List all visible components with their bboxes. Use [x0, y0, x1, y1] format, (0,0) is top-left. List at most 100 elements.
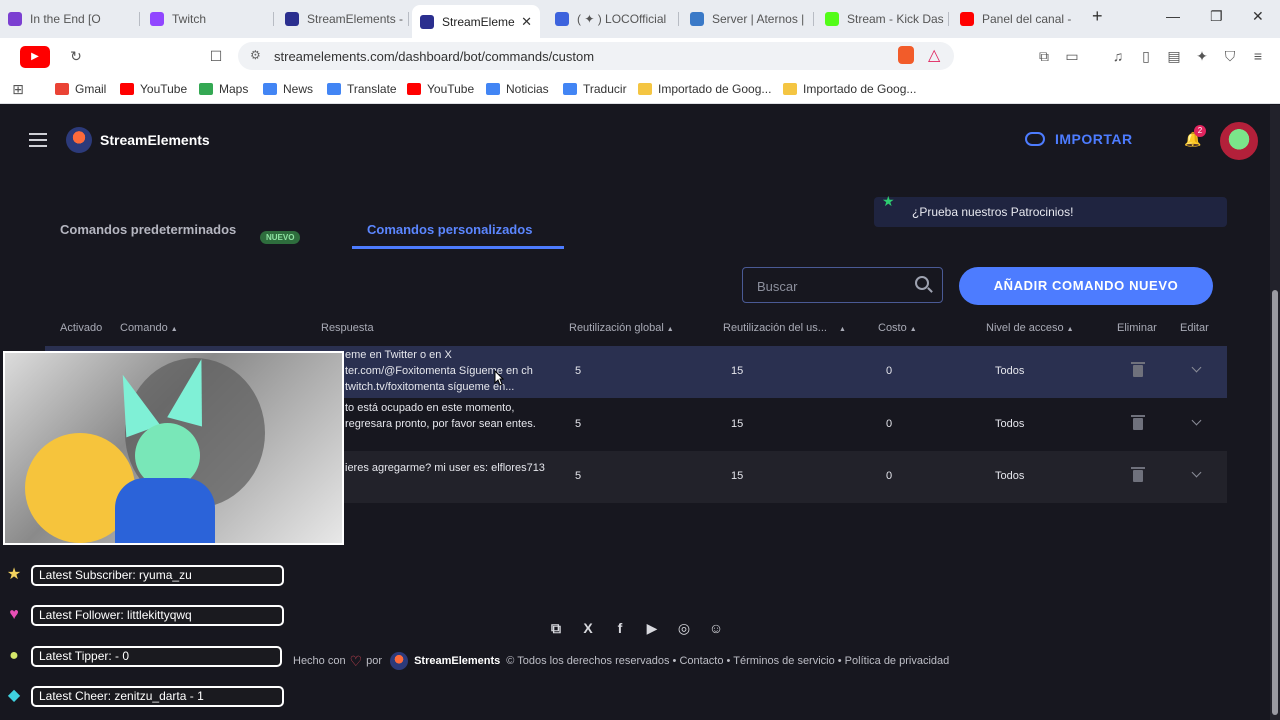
tab-custom-commands[interactable]: Comandos personalizados — [367, 222, 532, 237]
bookmarks-bar: ⊞ Gmail YouTube Maps News Translate YouT… — [0, 74, 1280, 104]
translate-icon — [327, 83, 341, 95]
heart-icon: ♥ — [9, 606, 19, 623]
close-window-icon[interactable]: ✕ — [1252, 8, 1264, 25]
chevron-down-icon[interactable] — [1191, 362, 1202, 373]
bookmark-folder-2[interactable]: Importado de Goog... — [783, 82, 916, 96]
footer: Hecho con ♡ por StreamElements © Todos l… — [293, 652, 950, 670]
bookmark-gmail[interactable]: Gmail — [55, 82, 106, 96]
chevron-down-icon[interactable] — [1191, 467, 1202, 478]
apps-grid-icon[interactable]: ⊞ — [10, 81, 26, 97]
bookmark-traducir[interactable]: Traducir — [563, 82, 627, 96]
webcam-overlay — [3, 351, 344, 545]
site-info-icon[interactable]: ⚙ — [250, 48, 261, 62]
tab-aternos[interactable]: Server | Aternos | — [682, 5, 814, 33]
hamburger-menu-icon[interactable] — [29, 133, 47, 147]
brave-shield-icon[interactable] — [898, 46, 914, 64]
search-input[interactable] — [757, 276, 907, 296]
new-tab-icon[interactable]: + — [1092, 6, 1103, 27]
cost-cell: 0 — [886, 365, 893, 377]
leo-icon[interactable]: ✦ — [1194, 48, 1210, 64]
bookmark-noticias[interactable]: Noticias — [486, 82, 549, 96]
col-command[interactable]: Comando ▲ — [120, 322, 178, 334]
gem-icon: ◆ — [7, 687, 21, 704]
sort-asc-icon: ▲ — [170, 326, 178, 333]
scrollbar-thumb[interactable] — [1272, 290, 1278, 715]
folder-icon — [783, 83, 797, 95]
close-tab-icon[interactable]: ✕ — [521, 14, 532, 30]
latest-cheer-label: Latest Cheer: zenitzu_darta - 1 — [31, 686, 284, 707]
tab-locofficial[interactable]: ( ✦ ) LOCOfficial — [547, 5, 679, 33]
tab-default-commands[interactable]: Comandos predeterminados — [60, 222, 236, 237]
tab-in-the-end[interactable]: In the End [O — [0, 5, 140, 33]
youtube-icon — [120, 83, 134, 95]
import-button[interactable]: IMPORTAR — [1025, 131, 1133, 147]
trash-icon[interactable] — [1131, 467, 1145, 482]
col-cost[interactable]: Costo ▲ — [878, 322, 917, 334]
maximize-icon[interactable]: ❐ — [1210, 8, 1223, 25]
discord-icon[interactable]: ☺ — [707, 619, 725, 637]
wallet-icon[interactable]: ▤ — [1166, 48, 1182, 64]
reader-icon[interactable]: ▭ — [1064, 48, 1080, 64]
response-cell: ieres agregarme? mi user es: elflores713 — [345, 462, 545, 474]
streamelements-favicon-icon — [420, 14, 434, 29]
bookmark-translate[interactable]: Translate — [327, 82, 397, 96]
col-delete: Eliminar — [1117, 322, 1157, 334]
reload-icon[interactable]: ↻ — [68, 48, 84, 64]
bookmark-youtube-2[interactable]: YouTube — [407, 82, 474, 96]
vpn-icon[interactable]: ⛉ — [1222, 48, 1238, 64]
table-header: Activado Comando ▲ Respuesta Reutilizació… — [0, 320, 1270, 340]
user-cooldown-cell: 15 — [731, 365, 744, 377]
address-bar[interactable]: ⚙ streamelements.com/dashboard/bot/comma… — [238, 42, 954, 70]
col-user-cooldown[interactable]: Reutilización del us... ▲ — [723, 322, 846, 334]
gmail-icon — [55, 83, 69, 95]
active-tab-indicator — [352, 246, 564, 249]
youtube-icon — [407, 83, 421, 95]
menu-icon[interactable]: ≡ — [1250, 48, 1266, 64]
col-global-cooldown[interactable]: Reutilización global ▲ — [569, 322, 674, 334]
bookmark-maps[interactable]: Maps — [199, 82, 248, 96]
trash-icon[interactable] — [1131, 362, 1145, 377]
brave-rewards-icon[interactable]: △ — [928, 45, 940, 65]
global-cooldown-cell: 5 — [575, 470, 582, 482]
heart-icon: ♡ — [349, 652, 363, 669]
bookmark-youtube-1[interactable]: YouTube — [120, 82, 187, 96]
streamelements-logo-icon — [66, 127, 92, 153]
maps-icon — [199, 83, 213, 95]
tab-youtube-panel[interactable]: Panel del canal - — [952, 5, 1084, 33]
browser-tab-strip: In the End [O Twitch StreamElements - St… — [0, 0, 1280, 38]
col-access-level[interactable]: Nivel de acceso ▲ — [986, 322, 1074, 334]
bookmark-icon[interactable]: ☐ — [208, 48, 224, 64]
avatar[interactable] — [1220, 122, 1258, 160]
user-cooldown-cell: 15 — [731, 418, 744, 430]
global-cooldown-cell: 5 — [575, 365, 582, 377]
cloud-upload-icon — [1025, 132, 1045, 146]
trash-icon[interactable] — [1131, 415, 1145, 430]
access-level-cell: Todos — [995, 365, 1025, 377]
cost-cell: 0 — [886, 470, 893, 482]
sort-asc-icon: ▲ — [666, 326, 674, 333]
sidebar-icon[interactable]: ▯ — [1138, 48, 1154, 64]
tab-kick[interactable]: Stream - Kick Das — [817, 5, 949, 33]
bookmark-news[interactable]: News — [263, 82, 313, 96]
search-icon[interactable] — [915, 276, 929, 290]
notification-badge: 2 — [1194, 125, 1206, 137]
youtube-icon[interactable]: ▶ — [643, 619, 661, 637]
facebook-icon[interactable]: f — [611, 619, 629, 637]
col-edit: Editar — [1180, 322, 1209, 334]
tab-streamelements-active[interactable]: StreamEleme ✕ — [412, 5, 540, 38]
youtube-favicon-icon — [960, 12, 974, 26]
x-twitter-icon[interactable]: X — [579, 619, 597, 637]
col-response: Respuesta — [321, 322, 374, 334]
twitch-icon[interactable]: ⧉ — [547, 619, 565, 637]
instagram-icon[interactable]: ◎ — [675, 619, 693, 637]
brand-name: StreamElements — [100, 132, 210, 148]
extensions-icon[interactable]: ⧉ — [1036, 48, 1052, 64]
add-command-button[interactable]: AÑADIR COMANDO NUEVO — [959, 267, 1213, 305]
minimize-icon[interactable]: — — [1166, 8, 1180, 24]
tab-twitch[interactable]: Twitch — [142, 5, 274, 33]
media-icon[interactable]: ♫ — [1110, 48, 1126, 64]
sort-asc-icon: ▲ — [838, 326, 846, 333]
bookmark-folder-1[interactable]: Importado de Goog... — [638, 82, 771, 96]
chevron-down-icon[interactable] — [1191, 415, 1202, 426]
tab-streamelements-1[interactable]: StreamElements - — [277, 5, 409, 33]
